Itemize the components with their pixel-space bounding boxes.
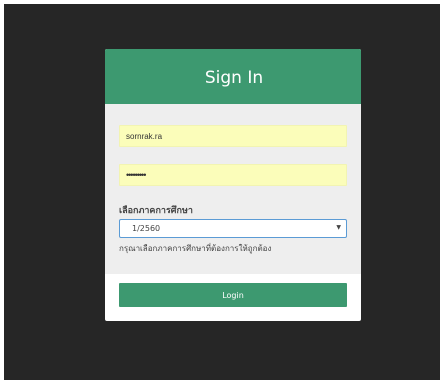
login-title: Sign In: [204, 67, 264, 88]
password-input[interactable]: [119, 164, 347, 186]
chevron-down-icon: ▼: [336, 224, 341, 231]
term-select[interactable]: 1/2560 ▼: [119, 219, 347, 238]
term-select-value: 1/2560: [132, 224, 161, 233]
login-form: เลือกภาคการศึกษา 1/2560 ▼ กรุณาเลือกภาคก…: [105, 104, 361, 274]
term-label: เลือกภาคการศึกษา: [119, 206, 193, 216]
username-input[interactable]: [119, 125, 347, 147]
term-help-text: กรุณาเลือกภาคการศึกษาที่ต้องการให้ถูกต้อ…: [119, 244, 272, 253]
login-header: Sign In: [105, 49, 361, 104]
login-button[interactable]: Login: [119, 283, 347, 307]
login-card: Sign In เลือกภาคการศึกษา 1/2560 ▼ กรุณาเ…: [105, 49, 361, 321]
